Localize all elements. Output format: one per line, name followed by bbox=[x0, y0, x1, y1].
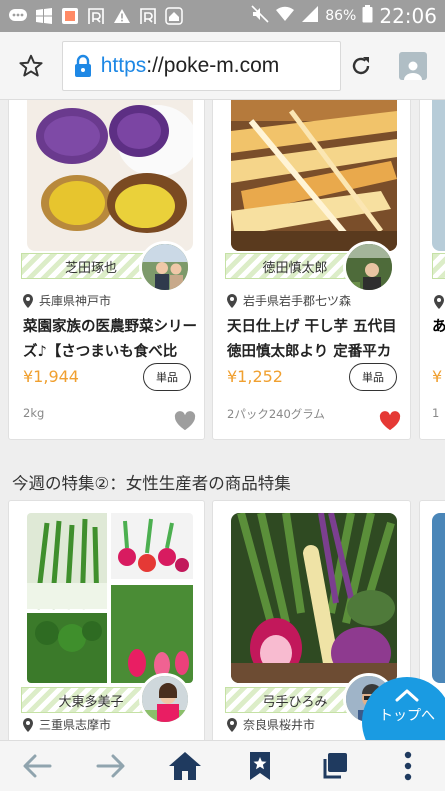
location-pin-icon bbox=[23, 717, 33, 732]
location-pin-icon bbox=[227, 717, 237, 732]
location-pin-icon bbox=[434, 295, 444, 309]
producer-name-band bbox=[432, 253, 445, 279]
tabs-icon bbox=[323, 753, 347, 779]
app-icon bbox=[60, 7, 80, 25]
product-card-partial[interactable]: あ ¥ 1 bbox=[419, 100, 445, 440]
producer-avatar[interactable] bbox=[139, 241, 191, 293]
url-host: ://poke-m.com bbox=[146, 53, 280, 77]
product-price: ¥1,252 bbox=[227, 367, 283, 386]
product-card[interactable]: 芝田琢也 兵庫県神戸市 菜園家族の医農野菜シリーズ♪【さつまいも食べ比 ¥1,9… bbox=[8, 100, 205, 440]
menu-button[interactable] bbox=[384, 742, 432, 790]
producer-avatar[interactable] bbox=[139, 673, 191, 725]
location-text: 岩手県岩手郡七ツ森 bbox=[243, 294, 352, 308]
product-quantity: 1 bbox=[432, 406, 440, 420]
product-quantity: 2kg bbox=[23, 406, 45, 420]
producer-name: 芝田琢也 bbox=[64, 260, 117, 276]
reload-icon bbox=[352, 56, 369, 74]
product-image-dried-potato[interactable] bbox=[231, 100, 397, 251]
producer-name: 弓手ひろみ bbox=[262, 694, 328, 710]
product-image-sweet-potato[interactable] bbox=[27, 100, 193, 251]
section-heading: 今週の特集②：女性生産者の商品特集 bbox=[12, 474, 291, 493]
message-icon bbox=[8, 7, 28, 25]
location-text: 兵庫県神戸市 bbox=[39, 294, 112, 308]
product-image[interactable] bbox=[432, 100, 445, 251]
home-app-icon bbox=[164, 7, 184, 25]
producer-name: 徳田慎太郎 bbox=[262, 260, 328, 276]
product-title[interactable]: あ bbox=[432, 315, 445, 336]
product-price: ¥ bbox=[432, 367, 443, 386]
signal-icon bbox=[301, 5, 319, 27]
unit-badge[interactable]: 単品 bbox=[349, 363, 397, 391]
product-location: 三重県志摩市 bbox=[23, 716, 111, 733]
bookmark-star-icon bbox=[249, 752, 270, 780]
battery-icon bbox=[362, 5, 373, 27]
arrow-right-icon bbox=[96, 754, 125, 778]
product-image[interactable] bbox=[432, 513, 445, 683]
location-pin-icon bbox=[23, 293, 33, 308]
url-text: https://poke-m.com bbox=[101, 54, 280, 78]
product-price: ¥1,944 bbox=[23, 367, 79, 386]
warning-icon bbox=[112, 7, 132, 25]
back-button[interactable] bbox=[13, 742, 61, 790]
product-quantity: 2パック240グラム bbox=[227, 407, 325, 421]
product-location: 奈良県桜井市 bbox=[227, 716, 315, 733]
arrow-left-icon bbox=[23, 754, 52, 778]
more-vertical-icon bbox=[404, 751, 412, 781]
home-button[interactable] bbox=[161, 742, 209, 790]
product-card[interactable]: 徳田慎太郎 岩手県岩手郡七ツ森 天日仕上げ 干し芋 五代目徳田慎太郎より 定番平… bbox=[212, 100, 411, 440]
url-field[interactable]: https://poke-m.com bbox=[61, 40, 341, 91]
producer-avatar[interactable] bbox=[343, 241, 395, 293]
back-to-top-label: トップへ bbox=[379, 708, 435, 724]
page-content: 芝田琢也 兵庫県神戸市 菜園家族の医農野菜シリーズ♪【さつまいも食べ比 ¥1,9… bbox=[0, 100, 445, 740]
product-card[interactable]: 大東多美子 三重県志摩市 bbox=[8, 500, 205, 740]
lock-icon bbox=[74, 54, 91, 77]
profile-icon bbox=[398, 51, 427, 80]
unit-badge[interactable]: 単品 bbox=[143, 363, 191, 391]
location-text: 奈良県桜井市 bbox=[243, 718, 316, 732]
app-r-icon-2 bbox=[138, 7, 158, 25]
clock-time: 22:06 bbox=[379, 4, 437, 28]
home-icon bbox=[169, 752, 202, 780]
windows-icon bbox=[34, 7, 54, 25]
browser-bottom-nav bbox=[0, 740, 445, 791]
product-image-vegetable-basket[interactable] bbox=[231, 513, 397, 683]
product-location: 兵庫県神戸市 bbox=[23, 292, 111, 309]
mute-icon bbox=[251, 5, 269, 27]
product-title[interactable]: 天日仕上げ 干し芋 五代目徳田慎太郎より 定番平カ bbox=[227, 315, 405, 365]
producer-name: 大東多美子 bbox=[58, 694, 124, 710]
battery-percent: 86% bbox=[325, 8, 357, 24]
app-r-icon bbox=[86, 7, 106, 25]
product-image-vegetable-set[interactable] bbox=[27, 513, 193, 683]
chevron-up-icon bbox=[395, 689, 419, 702]
bookmarks-button[interactable] bbox=[236, 742, 284, 790]
browser-address-bar: https://poke-m.com bbox=[0, 32, 445, 100]
product-location: 岩手県岩手郡七ツ森 bbox=[227, 292, 351, 309]
forward-button[interactable] bbox=[87, 742, 135, 790]
product-title[interactable]: 菜園家族の医農野菜シリーズ♪【さつまいも食べ比 bbox=[23, 315, 201, 365]
favorite-heart-icon[interactable] bbox=[379, 411, 401, 431]
url-scheme: https bbox=[100, 53, 147, 77]
location-pin-icon bbox=[227, 293, 237, 308]
location-text: 三重県志摩市 bbox=[39, 718, 112, 732]
favorite-heart-icon[interactable] bbox=[174, 411, 196, 431]
reload-button[interactable] bbox=[341, 54, 381, 78]
bookmark-star-button[interactable] bbox=[0, 32, 62, 100]
profile-button[interactable] bbox=[381, 51, 445, 80]
tabs-button[interactable] bbox=[310, 742, 358, 790]
status-bar: 86% 22:06 bbox=[0, 0, 445, 32]
wifi-icon bbox=[275, 5, 295, 27]
star-outline-icon bbox=[19, 54, 43, 77]
